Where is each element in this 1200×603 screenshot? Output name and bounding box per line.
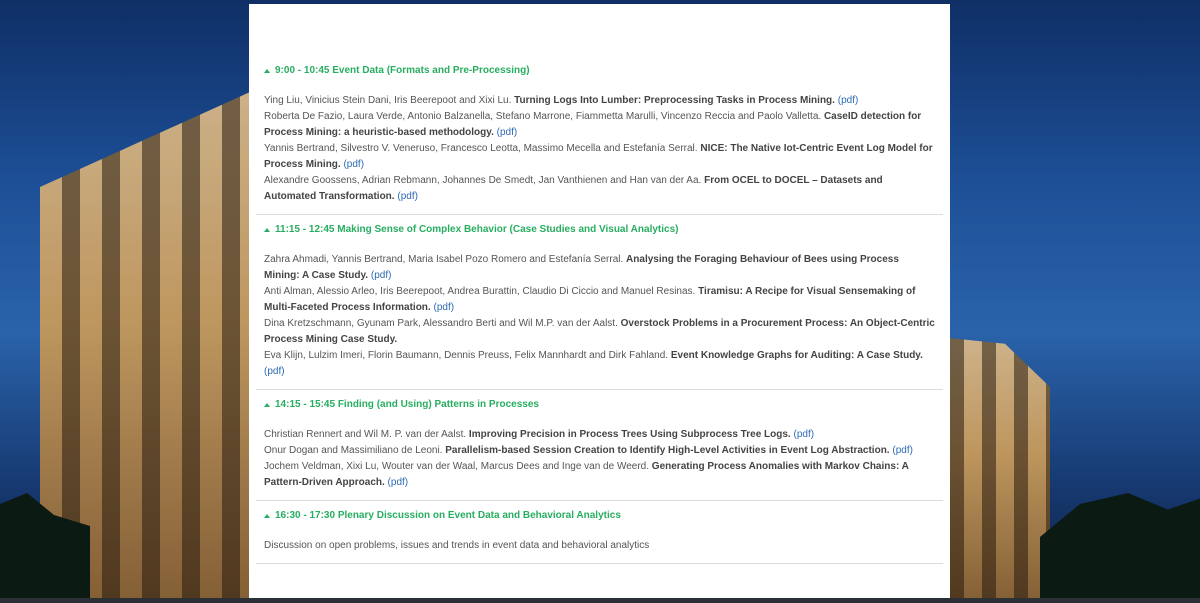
pdf-link[interactable]: (pdf): [397, 191, 418, 202]
pdf-link[interactable]: (pdf): [343, 159, 364, 170]
list-item: Zahra Ahmadi, Yannis Bertrand, Maria Isa…: [264, 252, 935, 284]
session-header[interactable]: 9:00 - 10:45 Event Data (Formats and Pre…: [264, 62, 935, 78]
list-item: Eva Klijn, Lulzim Imeri, Florin Baumann,…: [264, 348, 935, 380]
list-item: Roberta De Fazio, Laura Verde, Antonio B…: [264, 109, 935, 141]
session-header[interactable]: 16:30 - 17:30 Plenary Discussion on Even…: [264, 507, 935, 523]
list-item: Christian Rennert and Wil M. P. van der …: [264, 427, 935, 443]
paper-authors: Dina Kretzschmann, Gyunam Park, Alessand…: [264, 318, 618, 329]
session-patterns: 14:15 - 15:45 Finding (and Using) Patter…: [256, 390, 943, 501]
session-complex-behavior: 11:15 - 12:45 Making Sense of Complex Be…: [256, 215, 943, 390]
list-item: Alexandre Goossens, Adrian Rebmann, Joha…: [264, 173, 935, 205]
caret-up-icon: [264, 402, 270, 407]
paper-authors: Ying Liu, Vinicius Stein Dani, Iris Beer…: [264, 95, 512, 106]
paper-authors: Eva Klijn, Lulzim Imeri, Florin Baumann,…: [264, 350, 669, 361]
session-title: 14:15 - 15:45 Finding (and Using) Patter…: [275, 398, 539, 410]
paper-title: Parallelism-based Session Creation to Id…: [445, 445, 890, 456]
paper-title: Turning Logs Into Lumber: Preprocessing …: [514, 95, 835, 106]
list-item: Ying Liu, Vinicius Stein Dani, Iris Beer…: [264, 93, 935, 109]
session-plenary: 16:30 - 17:30 Plenary Discussion on Even…: [256, 501, 943, 564]
paper-authors: Alexandre Goossens, Adrian Rebmann, Joha…: [264, 175, 702, 186]
paper-list: Ying Liu, Vinicius Stein Dani, Iris Beer…: [264, 93, 935, 205]
paper-authors: Onur Dogan and Massimiliano de Leoni.: [264, 445, 443, 456]
paper-authors: Zahra Ahmadi, Yannis Bertrand, Maria Isa…: [264, 254, 624, 265]
session-header[interactable]: 11:15 - 12:45 Making Sense of Complex Be…: [264, 221, 935, 237]
paper-authors: Roberta De Fazio, Laura Verde, Antonio B…: [264, 111, 822, 122]
bottom-bar: [0, 598, 1200, 603]
paper-authors: Christian Rennert and Wil M. P. van der …: [264, 429, 467, 440]
list-item: Onur Dogan and Massimiliano de Leoni. Pa…: [264, 443, 935, 459]
caret-up-icon: [264, 513, 270, 518]
list-item: Anti Alman, Alessio Arleo, Iris Beerepoo…: [264, 284, 935, 316]
pdf-link[interactable]: (pdf): [433, 302, 454, 313]
session-list: 9:00 - 10:45 Event Data (Formats and Pre…: [256, 56, 943, 564]
pdf-link[interactable]: (pdf): [371, 270, 392, 281]
paper-authors: Jochem Veldman, Xixi Lu, Wouter van der …: [264, 461, 650, 472]
paper-authors: Yannis Bertrand, Silvestro V. Veneruso, …: [264, 143, 698, 154]
session-description-block: Discussion on open problems, issues and …: [264, 538, 935, 554]
session-header[interactable]: 14:15 - 15:45 Finding (and Using) Patter…: [264, 396, 935, 412]
session-event-data: 9:00 - 10:45 Event Data (Formats and Pre…: [256, 56, 943, 215]
pdf-link[interactable]: (pdf): [264, 366, 285, 377]
program-panel: 9:00 - 10:45 Event Data (Formats and Pre…: [249, 4, 950, 598]
pdf-link[interactable]: (pdf): [838, 95, 859, 106]
pdf-link[interactable]: (pdf): [497, 127, 518, 138]
paper-list: Christian Rennert and Wil M. P. van der …: [264, 427, 935, 491]
session-title: 9:00 - 10:45 Event Data (Formats and Pre…: [275, 64, 530, 76]
list-item: Yannis Bertrand, Silvestro V. Veneruso, …: [264, 141, 935, 173]
session-title: 11:15 - 12:45 Making Sense of Complex Be…: [275, 223, 679, 235]
session-description: Discussion on open problems, issues and …: [264, 540, 650, 551]
paper-authors: Anti Alman, Alessio Arleo, Iris Beerepoo…: [264, 286, 696, 297]
pdf-link[interactable]: (pdf): [892, 445, 913, 456]
pdf-link[interactable]: (pdf): [793, 429, 814, 440]
list-item: Jochem Veldman, Xixi Lu, Wouter van der …: [264, 459, 935, 491]
caret-up-icon: [264, 227, 270, 232]
list-item: Dina Kretzschmann, Gyunam Park, Alessand…: [264, 316, 935, 348]
paper-list: Zahra Ahmadi, Yannis Bertrand, Maria Isa…: [264, 252, 935, 380]
paper-title: Event Knowledge Graphs for Auditing: A C…: [670, 350, 923, 361]
paper-title: Improving Precision in Process Trees Usi…: [468, 429, 791, 440]
trees-right-background: [1040, 493, 1200, 603]
pdf-link[interactable]: (pdf): [388, 477, 409, 488]
caret-up-icon: [264, 68, 270, 73]
session-title: 16:30 - 17:30 Plenary Discussion on Even…: [275, 509, 621, 521]
